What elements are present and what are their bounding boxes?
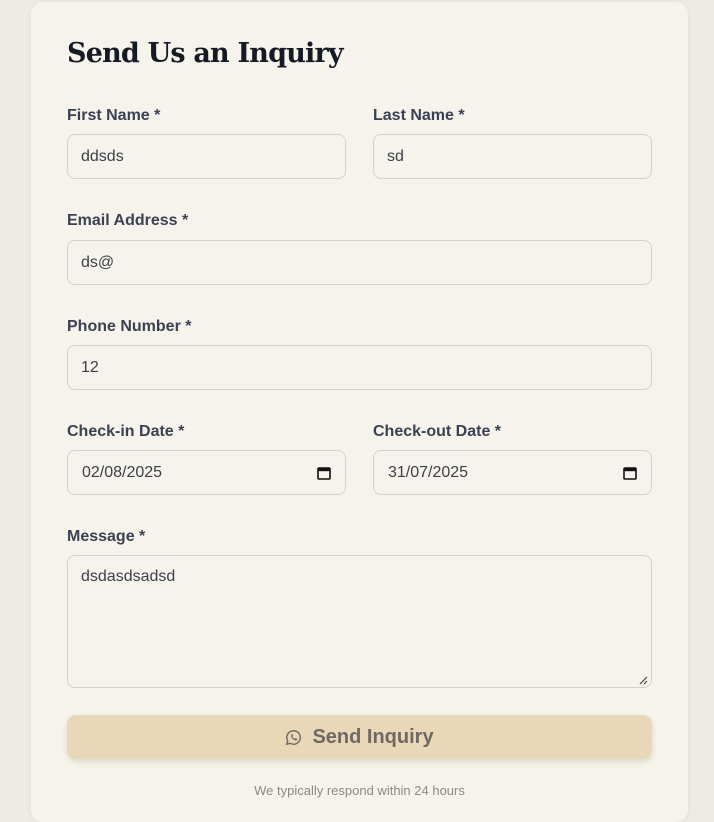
calendar-icon[interactable] [623, 466, 637, 480]
check-in-label: Check-in Date * [67, 423, 185, 440]
check-in-date-input[interactable]: 02/08/2025 [67, 450, 346, 495]
whatsapp-icon [286, 729, 302, 745]
email-input[interactable] [67, 240, 652, 285]
message-textarea[interactable]: dsdasdsadsd [67, 555, 652, 688]
check-out-date-input[interactable]: 31/07/2025 [373, 450, 652, 495]
check-out-date-value: 31/07/2025 [388, 463, 469, 481]
send-inquiry-button[interactable]: Send Inquiry [67, 715, 652, 759]
first-name-label: First Name * [67, 107, 161, 124]
last-name-label: Last Name * [373, 107, 465, 124]
check-out-label: Check-out Date * [373, 423, 502, 440]
phone-input[interactable] [67, 345, 652, 390]
response-time-note: We typically respond within 24 hours [254, 783, 465, 798]
inquiry-form-card: Send Us an Inquiry First Name * Last Nam… [31, 2, 688, 822]
resize-handle-icon[interactable] [638, 675, 648, 685]
message-label: Message * [67, 528, 146, 545]
first-name-input[interactable] [67, 134, 346, 179]
email-label: Email Address * [67, 212, 189, 229]
phone-label: Phone Number * [67, 318, 192, 335]
calendar-icon[interactable] [317, 466, 331, 480]
last-name-input[interactable] [373, 134, 652, 179]
form-title: Send Us an Inquiry [67, 38, 344, 69]
send-inquiry-label: Send Inquiry [312, 725, 434, 748]
check-in-date-value: 02/08/2025 [82, 463, 163, 481]
